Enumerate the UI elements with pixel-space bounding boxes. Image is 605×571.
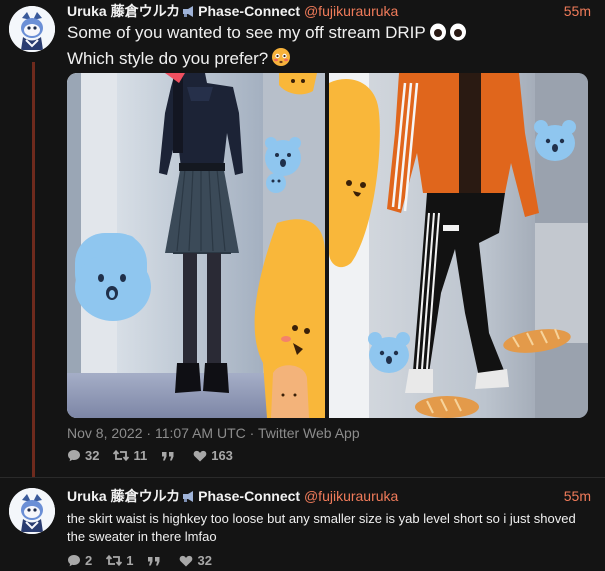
tweet-text: Some of you wanted to see my off stream … — [67, 22, 587, 73]
quote-button[interactable] — [161, 450, 179, 462]
like-button[interactable]: 163 — [193, 448, 233, 463]
reply-count: 32 — [85, 448, 100, 463]
tweet-date[interactable]: Nov 8, 2022 — [67, 425, 143, 441]
avatar[interactable] — [9, 6, 55, 52]
megaphone-icon — [181, 489, 197, 502]
tweet-text-line2: Which style do you prefer? — [67, 49, 269, 68]
retweet-button[interactable]: 11 — [113, 448, 147, 463]
quote-button[interactable] — [147, 555, 165, 567]
retweet-icon — [106, 554, 123, 567]
retweet-button[interactable]: 1 — [106, 553, 133, 568]
tweet-client[interactable]: Twitter Web App — [258, 425, 360, 441]
author-affiliation[interactable]: Phase-Connect — [198, 488, 300, 504]
reply-icon — [68, 555, 80, 567]
tweet-photo-1[interactable] — [67, 73, 325, 418]
tweet-time-ago[interactable]: 55m — [564, 2, 591, 20]
author-name[interactable]: Uruka 藤倉ウルカ — [67, 3, 180, 19]
tweet-text: the skirt waist is highkey too loose but… — [67, 511, 576, 544]
reply-button[interactable]: 32 — [67, 448, 99, 463]
meta-separator: · — [245, 425, 258, 441]
avatar[interactable] — [9, 488, 55, 534]
author-handle[interactable]: @fujikurauruka — [304, 488, 398, 504]
tweet-meta: Nov 8, 2022 · 11:07 AM UTC · Twitter Web… — [67, 425, 360, 441]
tweet-divider — [0, 477, 605, 478]
tweet-time-ago[interactable]: 55m — [564, 487, 591, 505]
retweet-count: 11 — [133, 448, 148, 463]
flushed-face-emoji-icon — [271, 47, 291, 73]
tweet-photo-2[interactable] — [329, 73, 588, 418]
retweet-icon — [113, 449, 130, 462]
like-count: 163 — [211, 448, 233, 463]
quote-icon — [162, 451, 174, 460]
tweet-text-line1: Some of you wanted to see my off stream … — [67, 23, 426, 42]
tweet-stats: 32 11 163 — [67, 448, 233, 463]
tweet-timestamp[interactable]: 11:07 AM UTC — [155, 425, 246, 441]
tweet-header: Uruka 藤倉ウルカ Phase-Connect @fujikurauruka … — [67, 487, 591, 507]
like-icon — [193, 450, 207, 461]
like-button[interactable]: 32 — [179, 553, 212, 568]
retweet-count: 1 — [126, 553, 134, 568]
megaphone-icon — [181, 4, 197, 17]
tweet-header: Uruka 藤倉ウルカ Phase-Connect @fujikurauruka … — [67, 2, 591, 22]
like-count: 32 — [197, 553, 212, 568]
author-name[interactable]: Uruka 藤倉ウルカ — [67, 488, 180, 504]
author-affiliation[interactable]: Phase-Connect — [198, 3, 300, 19]
reply-count: 2 — [85, 553, 93, 568]
thread-line — [32, 62, 35, 478]
tweet-stats: 2 1 32 — [67, 553, 212, 568]
quote-icon — [148, 556, 160, 565]
author-handle[interactable]: @fujikurauruka — [304, 3, 398, 19]
meta-separator: · — [142, 425, 155, 441]
eyes-emoji-icon — [429, 23, 469, 47]
like-icon — [180, 555, 193, 566]
reply-icon — [68, 450, 80, 462]
reply-button[interactable]: 2 — [67, 553, 92, 568]
